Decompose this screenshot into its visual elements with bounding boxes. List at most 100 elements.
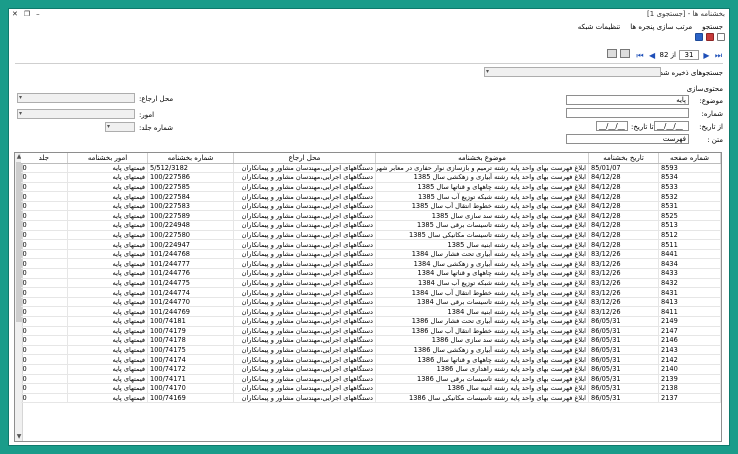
cell-subject: ابلاغ فهرست بهای واحد پایه رشته خطوط انت… (375, 201, 589, 212)
table-row[interactable]: 8411 83/12/26 ابلاغ فهرست بهای واحد پایه ر… (20, 306, 721, 317)
cell-number: 100/74181 (147, 316, 234, 327)
table-row[interactable]: 8433 83/12/26 ابلاغ فهرست بهای واحد پایه ر… (20, 268, 721, 279)
to-date-input[interactable]: __/__/__ (596, 121, 628, 131)
menu-search[interactable]: جستجو (702, 23, 723, 31)
cell-number: 101/244777 (147, 258, 234, 270)
cell-subject: ابلاغ فهرست بهای واحد پایه رشته چاههای و… (375, 354, 589, 365)
cell-date: 86/05/31 (588, 335, 659, 346)
cell-volume: 0 (20, 201, 68, 212)
table-row[interactable]: 2142 86/05/31 ابلاغ فهرست بهای واحد پایه ر… (20, 354, 721, 365)
col-header-volume[interactable]: جلد (20, 153, 68, 164)
cell-number: 101/244774 (147, 287, 234, 298)
col-header-number[interactable]: شماره بخشنامه (147, 153, 234, 164)
next-page-icon[interactable]: ▶ (702, 51, 711, 60)
cell-page-number: 8511 (658, 239, 721, 250)
table-row[interactable]: 2149 86/05/31 ابلاغ فهرست بهای واحد پایه ر… (20, 316, 721, 327)
cell-ref-place: دستگاههای اجرایی،مهندسان مشاور و پیمانکا… (233, 393, 376, 404)
affairs-combo[interactable]: ▾ (17, 109, 135, 119)
table-row[interactable]: 2139 86/05/31 ابلاغ فهرست بهای واحد پایه ر… (20, 374, 721, 385)
last-page-icon[interactable]: ⏭ (714, 51, 723, 60)
content-label: محتوی‌سازی (686, 85, 723, 93)
cell-subject: ابلاغ فهرست بهای واحد پایه رشته آبیاری و… (375, 345, 589, 356)
menu-arrange-windows[interactable]: مرتب سازی پنجره ها (630, 23, 692, 31)
table-row[interactable]: 2147 86/05/31 ابلاغ فهرست بهای واحد پایه ر… (20, 326, 721, 337)
cell-affairs: فیمتهای پایه (67, 268, 148, 279)
results-table: شماره صفحه تاریخ بخشنامه موضوع بخشنامه م… (20, 153, 721, 404)
cell-ref-place: دستگاههای اجرایی،مهندسان مشاور و پیمانکا… (233, 182, 376, 193)
restore-icon[interactable]: ❐ (24, 10, 30, 18)
cell-page-number: 2137 (658, 393, 721, 404)
cell-ref-place: دستگاههای اجرایی،مهندسان مشاور و پیمانکا… (233, 326, 376, 337)
close-icon[interactable]: ✕ (12, 10, 18, 18)
col-header-ref-place[interactable]: محل ارجاع (233, 153, 376, 164)
cell-date: 86/05/31 (588, 326, 659, 337)
cell-ref-place: دستگاههای اجرایی،مهندسان مشاور و پیمانکا… (233, 354, 376, 365)
table-row[interactable]: 8511 84/12/28 ابلاغ فهرست بهای واحد پایه ر… (20, 239, 721, 250)
cell-affairs: فیمتهای پایه (67, 306, 148, 317)
first-page-icon[interactable]: ⏮ (636, 51, 645, 60)
delete-icon[interactable] (706, 33, 714, 41)
subject-input[interactable]: پایه (566, 95, 689, 105)
cell-page-number: 8432 (658, 278, 721, 289)
table-row[interactable]: 8512 84/12/28 ابلاغ فهرست بهای واحد پایه ر… (20, 230, 721, 241)
cell-affairs: فیمتهای پایه (67, 383, 148, 394)
new-document-icon[interactable] (717, 33, 725, 41)
cell-affairs: فیمتهای پایه (67, 258, 148, 270)
cell-ref-place: دستگاههای اجرایی،مهندسان مشاور و پیمانکا… (233, 220, 376, 231)
number-input[interactable] (566, 108, 689, 118)
cell-subject: ابلاغ فهرست بهای واحد پایه رشته ابنیه سا… (375, 383, 589, 394)
scroll-down-icon[interactable]: ▼ (15, 433, 23, 441)
cell-affairs: فیمتهای پایه (67, 345, 148, 356)
from-date-input[interactable]: __/__/__ (654, 121, 689, 131)
saved-search-combo[interactable]: ▾ (484, 67, 661, 77)
page-number-input[interactable]: 31 (679, 50, 699, 60)
col-header-page-number[interactable]: شماره صفحه (658, 153, 721, 164)
table-row[interactable]: 8413 83/12/26 ابلاغ فهرست بهای واحد پایه ر… (20, 297, 721, 308)
table-row[interactable]: 2146 86/05/31 ابلاغ فهرست بهای واحد پایه ر… (20, 335, 721, 346)
table-row[interactable]: 2140 86/05/31 ابلاغ فهرست بهای واحد پایه ر… (20, 364, 721, 375)
save-icon[interactable] (695, 33, 703, 41)
page-count-label: از 82 (659, 51, 676, 59)
table-row[interactable]: 8593 85/01/07 ابلاغ فهرست بهای واحد پایه ر… (20, 163, 721, 174)
col-header-subject[interactable]: موضوع بخشنامه (375, 153, 589, 164)
table-row[interactable]: 8441 83/12/26 ابلاغ فهرست بهای واحد پایه ر… (20, 249, 721, 260)
cell-volume: 0 (20, 191, 68, 202)
table-row[interactable]: 8431 83/12/26 ابلاغ فهرست بهای واحد پایه ر… (20, 287, 721, 298)
cell-page-number: 8534 (658, 172, 721, 183)
table-row[interactable]: 2143 86/05/31 ابلاغ فهرست بهای واحد پایه ر… (20, 345, 721, 356)
menu-network-settings[interactable]: تنظیمات شبکه (578, 23, 621, 31)
cell-affairs: فیمتهای پایه (67, 191, 148, 202)
table-row[interactable]: 2137 86/05/31 ابلاغ فهرست بهای واحد پایه ر… (20, 393, 721, 404)
cell-affairs: فیمتهای پایه (67, 172, 148, 183)
to-date-label: تا تاریخ: (631, 123, 654, 131)
cell-ref-place: دستگاههای اجرایی،مهندسان مشاور و پیمانکا… (233, 249, 376, 260)
table-row[interactable]: 8532 84/12/28 ابلاغ فهرست بهای واحد پایه ر… (20, 191, 721, 202)
minimize-icon[interactable]: – (36, 10, 40, 18)
text-input[interactable]: فهرست (566, 134, 689, 144)
table-row[interactable]: 2138 86/05/31 ابلاغ فهرست بهای واحد پایه ر… (20, 383, 721, 394)
table-row[interactable]: 8434 83/12/26 ابلاغ فهرست بهای واحد پایه ر… (20, 258, 721, 270)
cell-volume: 0 (20, 326, 68, 337)
table-row[interactable]: 8513 84/12/28 ابلاغ فهرست بهای واحد پایه ر… (20, 220, 721, 231)
cell-number: 101/244769 (147, 306, 234, 317)
app-window: ✕ ❐ – بخشنامه ها - [جستجوی 1] ✕ ❐ ▾ جستج… (8, 8, 730, 446)
cell-page-number: 8533 (658, 182, 721, 193)
print-icon[interactable] (607, 49, 617, 58)
previous-page-icon[interactable]: ◀ (648, 51, 657, 60)
ref-place-combo[interactable]: ▾ (17, 93, 135, 103)
table-row[interactable]: 8534 84/12/28 ابلاغ فهرست بهای واحد پایه ر… (20, 172, 721, 183)
cell-volume: 0 (20, 239, 68, 250)
table-row[interactable]: 8432 83/12/26 ابلاغ فهرست بهای واحد پایه ر… (20, 278, 721, 289)
print-preview-icon[interactable] (620, 49, 630, 58)
table-row[interactable]: 8525 84/12/28 ابلاغ فهرست بهای واحد پایه ر… (20, 210, 721, 222)
col-header-date[interactable]: تاریخ بخشنامه (588, 153, 659, 164)
cell-affairs: فیمتهای پایه (67, 239, 148, 250)
cell-subject: ابلاغ فهرست بهای واحد پایه رشته آبیاری و… (375, 172, 589, 183)
cell-volume: 0 (20, 364, 68, 375)
cell-date: 84/12/28 (588, 182, 659, 193)
col-header-affairs[interactable]: امور بخشنامه (67, 153, 148, 164)
table-row[interactable]: 8533 84/12/28 ابلاغ فهرست بهای واحد پایه ر… (20, 182, 721, 193)
cell-volume: 0 (20, 230, 68, 241)
volume-combo[interactable]: ▾ (105, 122, 135, 132)
table-row[interactable]: 8531 84/12/28 ابلاغ فهرست بهای واحد پایه ر… (20, 201, 721, 212)
